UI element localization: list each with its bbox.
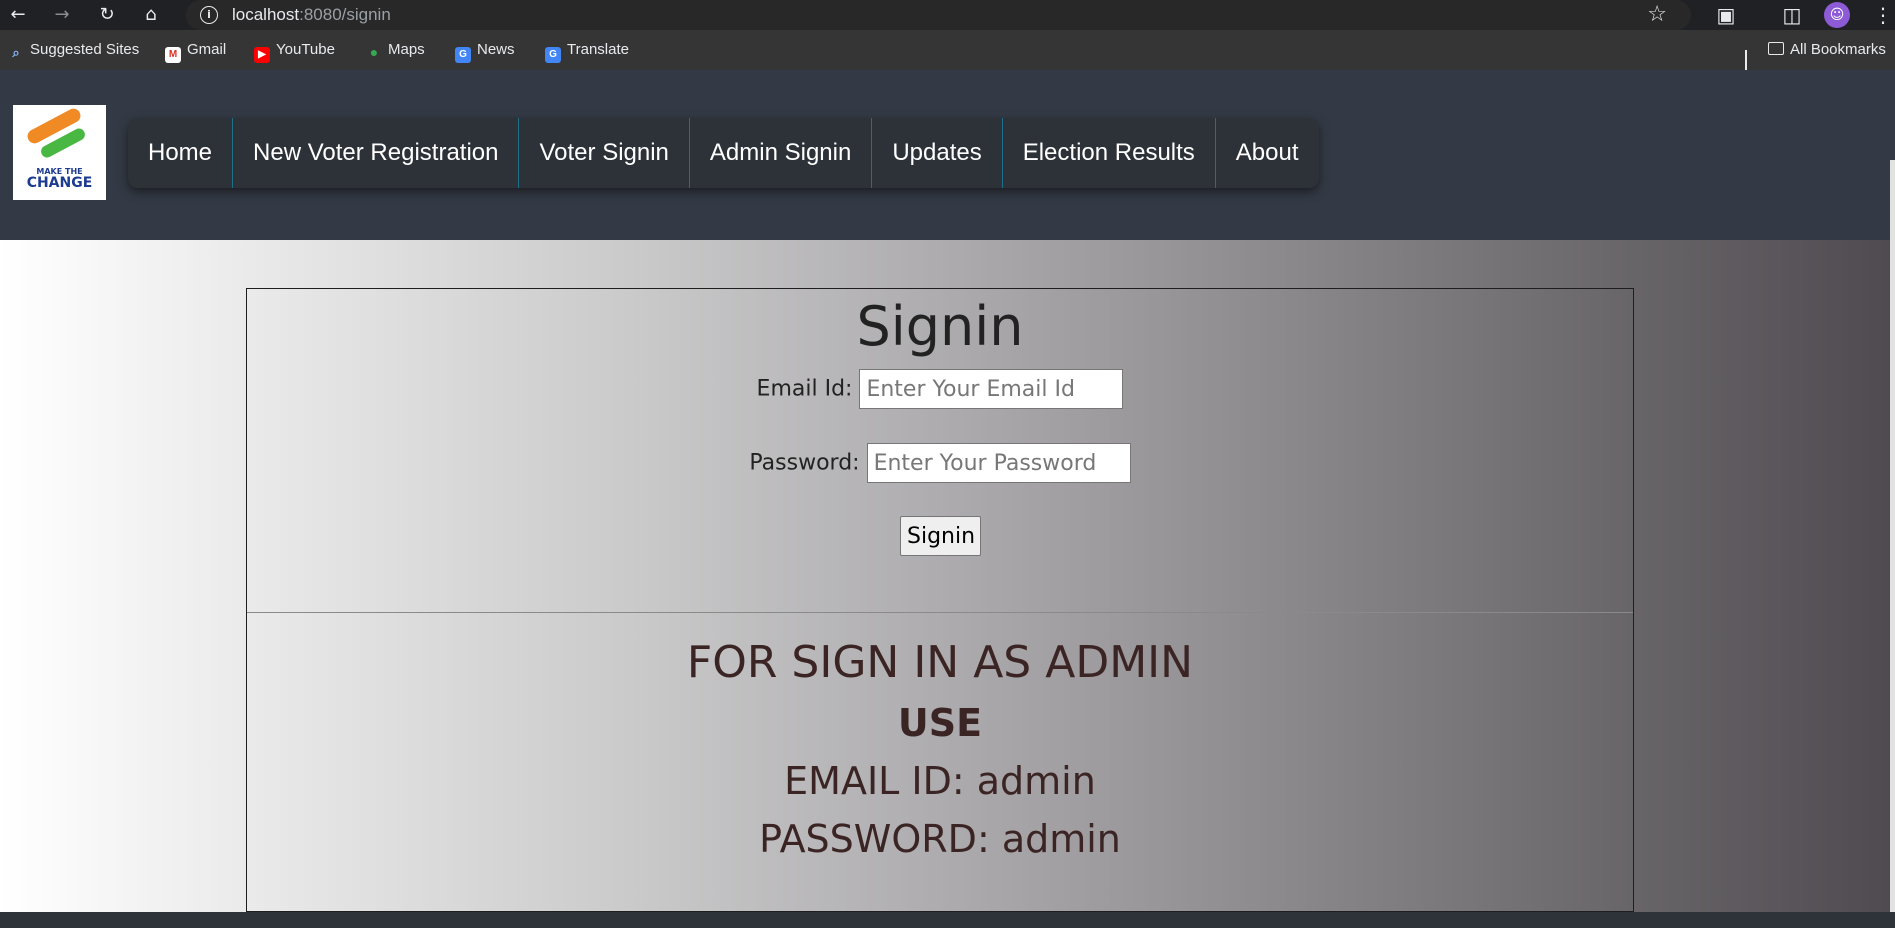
email-row: Email Id: [247, 369, 1633, 409]
admin-info-email: EMAIL ID: admin [784, 759, 1096, 803]
password-field[interactable] [866, 443, 1131, 483]
gmail-icon: M [165, 47, 181, 63]
bookmark-star-icon[interactable]: ☆ [1647, 2, 1667, 27]
back-icon[interactable]: ← [6, 3, 30, 27]
news-icon: G [455, 47, 471, 63]
side-panel-icon[interactable]: ◫ [1780, 3, 1804, 27]
password-row: Password: [247, 443, 1633, 483]
nav-home[interactable]: Home [128, 118, 232, 188]
bookmarks-separator [1745, 50, 1747, 70]
footer-strip [0, 912, 1895, 928]
logo-text-main: CHANGE [26, 175, 93, 191]
bookmark-maps[interactable]: ● Maps [366, 41, 425, 60]
nav-new-voter-registration[interactable]: New Voter Registration [232, 118, 518, 188]
bookmark-gmail[interactable]: M Gmail [165, 41, 226, 63]
translate-icon: G [545, 47, 561, 63]
browser-toolbar: ← → ↻ ⌂ i localhost:8080/signin ☆ ▣ ◫ ☺ … [0, 0, 1895, 30]
signin-button[interactable]: Signin [900, 516, 981, 556]
admin-info-use: USE [897, 701, 983, 745]
address-bar[interactable]: i localhost:8080/signin ☆ [186, 0, 1691, 30]
maps-icon: ● [369, 44, 379, 60]
nav-voter-signin[interactable]: Voter Signin [518, 118, 688, 188]
signin-panel: Signin Email Id: Password: Signin FOR SI… [246, 288, 1634, 912]
all-bookmarks[interactable]: All Bookmarks [1768, 41, 1886, 58]
email-field[interactable] [859, 369, 1124, 409]
main-nav: Home New Voter Registration Voter Signin… [128, 118, 1319, 188]
menu-kebab-icon[interactable]: ⋮ [1873, 3, 1893, 27]
nav-updates[interactable]: Updates [871, 118, 1001, 188]
nav-admin-signin[interactable]: Admin Signin [688, 118, 871, 188]
signin-title: Signin [856, 295, 1024, 358]
folder-icon [1768, 42, 1784, 55]
forward-icon[interactable]: → [50, 3, 74, 27]
youtube-icon: ▶ [254, 47, 270, 63]
url-text: localhost:8080/signin [232, 5, 391, 24]
extensions-icon[interactable]: ▣ [1714, 3, 1738, 27]
bookmark-translate[interactable]: G Translate [545, 41, 629, 63]
password-label: Password: [749, 450, 860, 476]
admin-info-password: PASSWORD: admin [759, 817, 1121, 861]
bookmark-news[interactable]: G News [455, 41, 515, 63]
bookmark-suggested-sites[interactable]: ⌕ Suggested Sites [8, 41, 139, 61]
panel-divider [247, 612, 1633, 613]
page-scrollbar[interactable] [1890, 160, 1895, 912]
email-label: Email Id: [756, 376, 853, 402]
admin-info-heading: FOR SIGN IN AS ADMIN [686, 637, 1194, 688]
reload-icon[interactable]: ↻ [95, 3, 119, 27]
nav-about[interactable]: About [1214, 118, 1319, 188]
home-icon[interactable]: ⌂ [139, 3, 163, 27]
bookmark-youtube[interactable]: ▶ YouTube [254, 41, 335, 63]
search-icon: ⌕ [12, 45, 20, 60]
nav-election-results[interactable]: Election Results [1001, 118, 1215, 188]
site-logo[interactable]: MAKE THE CHANGE [13, 105, 106, 200]
profile-avatar[interactable]: ☺ [1824, 2, 1850, 28]
site-info-icon[interactable]: i [200, 6, 218, 24]
